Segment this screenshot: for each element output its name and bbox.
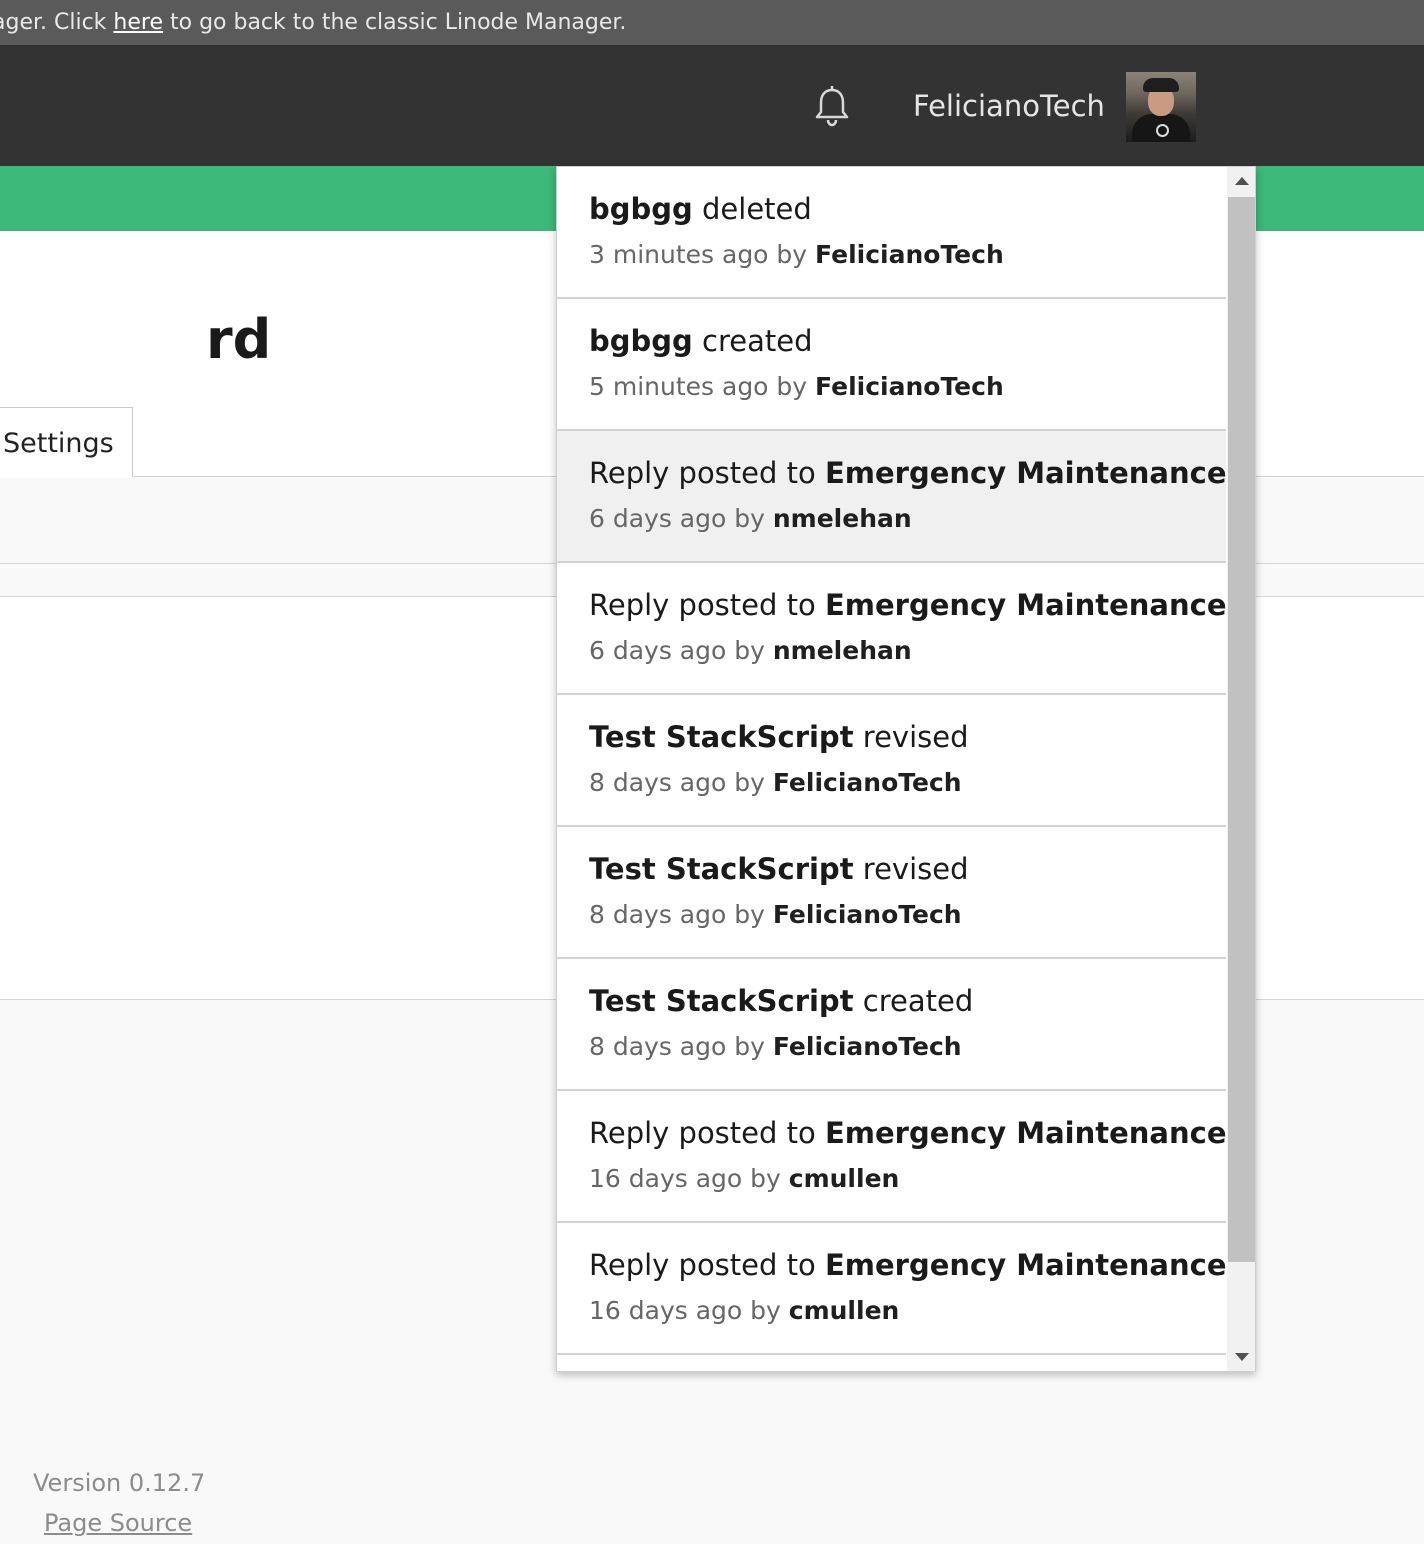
notification-meta: 8 days ago by FelicianoTech: [589, 1029, 1226, 1065]
notifications-list: bgbgg deleted 3 minutes ago by Feliciano…: [557, 167, 1227, 1355]
notification-meta: 8 days ago by FelicianoTech: [589, 765, 1226, 801]
notification-user: nmelehan: [772, 636, 912, 665]
scroll-down-arrow-icon[interactable]: [1227, 1343, 1255, 1371]
notification-item[interactable]: Reply posted to Emergency Maintenance 16…: [557, 1091, 1227, 1223]
notification-user: FelicianoTech: [772, 900, 962, 929]
tab-settings[interactable]: Settings: [0, 407, 133, 477]
notification-subject: Test StackScript: [589, 984, 854, 1018]
notification-title: Test StackScript revised: [589, 717, 1226, 757]
notification-title: Reply posted to Emergency Maintenance: [589, 585, 1227, 625]
notification-item[interactable]: bgbgg created 5 minutes ago by Feliciano…: [557, 299, 1226, 431]
notification-meta: 6 days ago by nmelehan: [589, 633, 1226, 669]
notification-item[interactable]: Test StackScript revised 8 days ago by F…: [557, 827, 1226, 959]
notification-item[interactable]: Test StackScript created 8 days ago by F…: [557, 959, 1226, 1091]
notification-subject: bgbgg: [589, 192, 693, 226]
notification-subject: Emergency Maintenance: [824, 456, 1227, 490]
notification-user: FelicianoTech: [772, 1032, 962, 1061]
notification-item[interactable]: Reply posted to Emergency Maintenance 6 …: [557, 563, 1227, 695]
notification-title: bgbgg deleted: [589, 189, 1226, 229]
notification-subject: Emergency Maintenance: [824, 1248, 1227, 1282]
notification-user: cmullen: [788, 1164, 900, 1193]
notification-title: Reply posted to Emergency Maintenance: [589, 1113, 1227, 1153]
page-title-visible-fragment: rd: [206, 308, 272, 371]
notification-action: revised: [853, 720, 969, 754]
scroll-up-arrow-icon[interactable]: [1227, 167, 1255, 195]
notification-title: Test StackScript revised: [589, 849, 1226, 889]
notification-time: 8 days ago by: [589, 900, 773, 929]
notification-meta: 8 days ago by FelicianoTech: [589, 897, 1226, 933]
notification-meta: 16 days ago by cmullen: [589, 1161, 1226, 1197]
notification-prefix: Reply posted to: [589, 456, 825, 490]
notification-subject: Emergency Maintenance: [824, 1116, 1227, 1150]
notification-time: 8 days ago by: [589, 1032, 773, 1061]
notification-user: FelicianoTech: [815, 372, 1004, 401]
notification-item[interactable]: Test StackScript revised 8 days ago by F…: [557, 695, 1226, 827]
notification-user: FelicianoTech: [772, 768, 962, 797]
notification-prefix: Reply posted to: [589, 1116, 825, 1150]
banner-text-suffix: to go back to the classic Linode Manager…: [163, 10, 627, 35]
notifications-dropdown: bgbgg deleted 3 minutes ago by Feliciano…: [556, 166, 1256, 1372]
notification-action: revised: [853, 852, 969, 886]
notification-meta: 5 minutes ago by FelicianoTech: [589, 369, 1226, 405]
notification-prefix: Reply posted to: [589, 1248, 825, 1282]
bell-icon-graphic: [815, 86, 849, 127]
bell-icon[interactable]: [812, 85, 852, 127]
notification-meta: 6 days ago by nmelehan: [589, 501, 1226, 537]
notification-title: Test StackScript created: [589, 981, 1226, 1021]
notification-user: nmelehan: [772, 504, 912, 533]
classic-manager-link[interactable]: here: [113, 10, 163, 35]
notification-user: cmullen: [788, 1296, 900, 1325]
notification-action: deleted: [692, 192, 812, 226]
notification-time: 6 days ago by: [589, 504, 773, 533]
notification-item[interactable]: Reply posted to Emergency Maintenance 6 …: [557, 431, 1227, 563]
app-page: ager. Click here to go back to the class…: [0, 0, 1424, 1544]
username-menu[interactable]: FelicianoTech: [913, 85, 1105, 127]
notification-meta: 16 days ago by cmullen: [589, 1293, 1226, 1329]
notification-subject: Emergency Maintenance: [824, 588, 1227, 622]
avatar-cap: [1143, 78, 1179, 92]
scrollbar-thumb[interactable]: [1228, 197, 1255, 1262]
notification-prefix: Reply posted to: [589, 588, 825, 622]
notification-action: created: [853, 984, 974, 1018]
notification-item[interactable]: bgbgg deleted 3 minutes ago by Feliciano…: [557, 167, 1226, 299]
notification-time: 8 days ago by: [589, 768, 773, 797]
notification-time: 5 minutes ago by: [589, 372, 816, 401]
notifications-scrollbar[interactable]: [1227, 167, 1255, 1371]
notification-meta: 3 minutes ago by FelicianoTech: [589, 237, 1226, 273]
notification-subject: Test StackScript: [589, 852, 854, 886]
page-source-link[interactable]: Page Source: [44, 1506, 192, 1540]
top-header: FelicianoTech: [0, 45, 1424, 166]
notification-time: 16 days ago by: [589, 1164, 789, 1193]
notification-time: 3 minutes ago by: [589, 240, 816, 269]
notification-subject: bgbgg: [589, 324, 693, 358]
avatar-shirt-logo: [1156, 124, 1169, 137]
notification-title: Reply posted to Emergency Maintenance: [589, 1245, 1227, 1285]
notification-title: Reply posted to Emergency Maintenance: [589, 453, 1227, 493]
notification-subject: Test StackScript: [589, 720, 854, 754]
user-avatar[interactable]: [1126, 72, 1196, 142]
classic-manager-banner: ager. Click here to go back to the class…: [0, 0, 1424, 45]
notification-time: 16 days ago by: [589, 1296, 789, 1325]
version-label: Version 0.12.7: [33, 1469, 206, 1497]
notification-item[interactable]: Reply posted to Emergency Maintenance 16…: [557, 1223, 1227, 1355]
notification-action: created: [692, 324, 813, 358]
notification-time: 6 days ago by: [589, 636, 773, 665]
notification-user: FelicianoTech: [815, 240, 1004, 269]
banner-text-prefix: ager. Click: [0, 10, 114, 35]
page-title: Dashboard: [0, 308, 271, 372]
notification-title: bgbgg created: [589, 321, 1226, 361]
